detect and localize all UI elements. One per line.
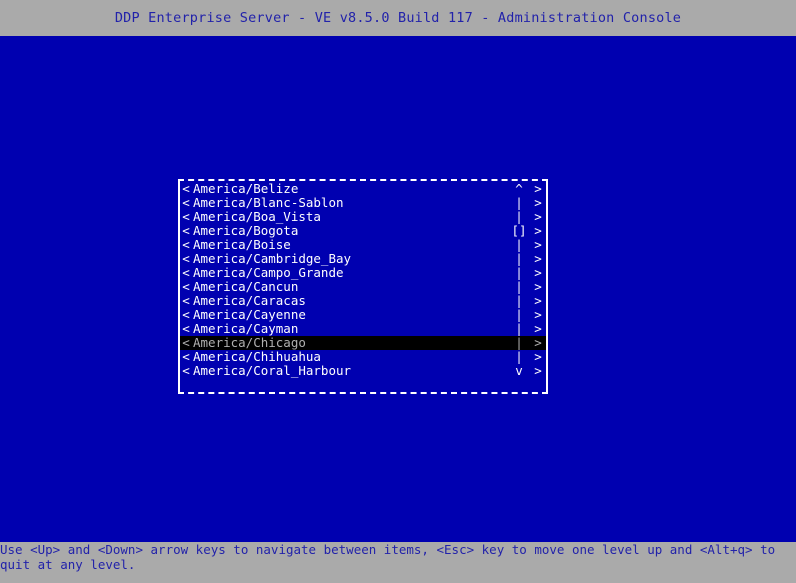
menu-item-label: America/Boa_Vista [193, 210, 321, 224]
status-bar: Use <Up> and <Down> arrow keys to naviga… [0, 542, 796, 583]
right-marker-icon: > [534, 195, 542, 210]
left-marker-icon: < [182, 293, 190, 308]
menu-item-label: America/Cayman [193, 322, 299, 336]
right-marker-icon: > [534, 265, 542, 280]
menu-item[interactable]: < America/Cayenne | > [180, 308, 546, 322]
menu-item-label: America/Caracas [193, 294, 306, 308]
left-marker-icon: < [182, 195, 190, 210]
menu-item-label: America/Blanc-Sablon [193, 196, 344, 210]
menu-item-label: America/Campo_Grande [193, 266, 344, 280]
menu-item-label: America/Chihuahua [193, 350, 321, 364]
timezone-selection-listbox[interactable]: < America/Belize ^ > < America/Blanc-Sablon | >… [178, 179, 548, 394]
scrollbar-cell[interactable]: | [508, 350, 530, 364]
right-marker-icon: > [534, 293, 542, 308]
scrollbar-cell[interactable]: ^ [508, 182, 530, 196]
menu-item[interactable]: < America/Chihuahua | > [180, 350, 546, 364]
menu-item[interactable]: < America/Chicago | > [180, 336, 546, 350]
menu-item-label: America/Cancun [193, 280, 299, 294]
menu-item-label: America/Coral_Harbour [193, 364, 352, 378]
left-marker-icon: < [182, 223, 190, 238]
console-desktop: < America/Belize ^ > < America/Blanc-Sablon | >… [0, 36, 796, 542]
menu-item[interactable]: < America/Belize ^ > [180, 182, 546, 196]
scrollbar-cell[interactable]: [] [508, 224, 530, 238]
right-marker-icon: > [534, 335, 542, 350]
scrollbar-cell[interactable]: | [508, 252, 530, 266]
scrollbar-cell[interactable]: | [508, 266, 530, 280]
menu-item-label: America/Belize [193, 182, 299, 196]
left-marker-icon: < [182, 335, 190, 350]
menu-item-label: America/Cambridge_Bay [193, 252, 352, 266]
right-marker-icon: > [534, 321, 542, 336]
right-marker-icon: > [534, 181, 542, 196]
left-marker-icon: < [182, 321, 190, 336]
left-marker-icon: < [182, 251, 190, 266]
menu-item-label: America/Chicago [193, 336, 306, 350]
right-marker-icon: > [534, 209, 542, 224]
window-title-bar: DDP Enterprise Server - VE v8.5.0 Build … [0, 0, 796, 36]
right-marker-icon: > [534, 307, 542, 322]
left-marker-icon: < [182, 181, 190, 196]
status-bar-help-text: Use <Up> and <Down> arrow keys to naviga… [0, 542, 776, 572]
timezone-menu-list: < America/Belize ^ > < America/Blanc-Sablon | >… [180, 182, 546, 378]
scrollbar-cell[interactable]: | [508, 280, 530, 294]
left-marker-icon: < [182, 265, 190, 280]
menu-item[interactable]: < America/Bogota [] > [180, 224, 546, 238]
left-marker-icon: < [182, 209, 190, 224]
menu-item[interactable]: < America/Cambridge_Bay | > [180, 252, 546, 266]
right-marker-icon: > [534, 223, 542, 238]
right-marker-icon: > [534, 363, 542, 378]
right-marker-icon: > [534, 237, 542, 252]
menu-item-label: America/Cayenne [193, 308, 306, 322]
right-marker-icon: > [534, 251, 542, 266]
scrollbar-cell[interactable]: | [508, 238, 530, 252]
scrollbar-cell[interactable]: v [508, 364, 530, 378]
menu-item[interactable]: < America/Boise | > [180, 238, 546, 252]
scrollbar-cell[interactable]: | [508, 196, 530, 210]
menu-item[interactable]: < America/Cayman | > [180, 322, 546, 336]
left-marker-icon: < [182, 237, 190, 252]
page-title: DDP Enterprise Server - VE v8.5.0 Build … [114, 10, 682, 26]
left-marker-icon: < [182, 279, 190, 294]
menu-item[interactable]: < America/Blanc-Sablon | > [180, 196, 546, 210]
scrollbar-cell[interactable]: | [508, 336, 530, 350]
right-marker-icon: > [534, 349, 542, 364]
left-marker-icon: < [182, 349, 190, 364]
left-marker-icon: < [182, 363, 190, 378]
menu-item[interactable]: < America/Caracas | > [180, 294, 546, 308]
scrollbar-cell[interactable]: | [508, 210, 530, 224]
right-marker-icon: > [534, 279, 542, 294]
menu-item-label: America/Boise [193, 238, 291, 252]
menu-item[interactable]: < America/Cancun | > [180, 280, 546, 294]
scrollbar-cell[interactable]: | [508, 294, 530, 308]
menu-item[interactable]: < America/Campo_Grande | > [180, 266, 546, 280]
scrollbar-cell[interactable]: | [508, 308, 530, 322]
menu-item[interactable]: < America/Coral_Harbour v > [180, 364, 546, 378]
left-marker-icon: < [182, 307, 190, 322]
menu-item-label: America/Bogota [193, 224, 299, 238]
menu-item[interactable]: < America/Boa_Vista | > [180, 210, 546, 224]
scrollbar-cell[interactable]: | [508, 322, 530, 336]
